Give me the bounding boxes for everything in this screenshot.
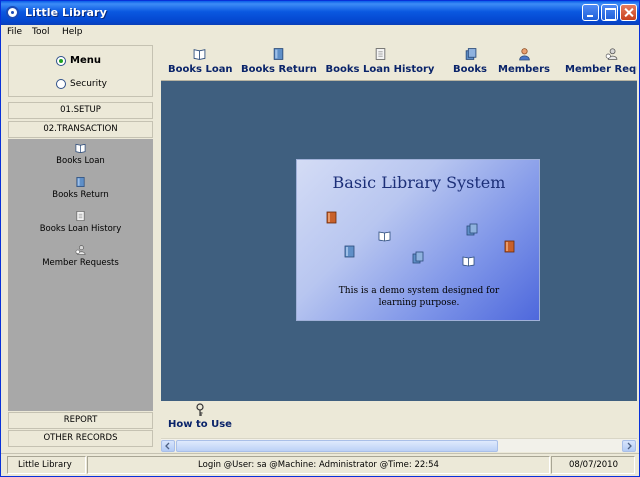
document-icon	[375, 48, 385, 60]
toolbar-label: Books	[453, 64, 487, 75]
how-to-use-button[interactable]: How to Use	[168, 403, 232, 430]
status-app-name: Little Library	[7, 456, 86, 474]
nav-item-label: Books Return	[52, 190, 109, 200]
scroll-right-arrow[interactable]	[622, 440, 636, 452]
closed-book-icon	[273, 48, 283, 60]
workspace-canvas: Basic Library System This is a demo syst…	[161, 81, 637, 401]
toolbar-label: Books Return	[241, 64, 317, 75]
toolbar-member-requests-button[interactable]: Member Requests	[565, 45, 637, 79]
menu-radio[interactable]	[56, 56, 66, 66]
books-stack-icon	[466, 223, 478, 236]
mode-selector: Menu Security	[8, 45, 153, 97]
nav-item-label: Books Loan History	[39, 224, 122, 234]
toolbar-label: Member Requests	[565, 64, 637, 75]
user-request-icon	[605, 48, 618, 60]
status-date: 08/07/2010	[551, 456, 635, 474]
user-request-icon	[75, 245, 86, 255]
toolbar-label: Books Loan History	[325, 64, 435, 75]
nav-item-books-loan[interactable]: Books Loan	[8, 142, 153, 166]
scroll-thumb[interactable]	[176, 440, 498, 452]
toolbar-books-loan-history-button[interactable]: Books Loan History	[325, 45, 435, 79]
minimize-button[interactable]	[582, 4, 599, 21]
maximize-button[interactable]	[601, 4, 618, 21]
toolbar-books-button[interactable]: Books	[451, 45, 489, 79]
close-button[interactable]	[620, 4, 637, 21]
chevron-left-icon	[165, 442, 170, 450]
main-window: Little Library File Tool Help Menu Secur…	[0, 0, 640, 477]
transaction-items: Books Loan Books Return Books Loan Histo…	[8, 139, 153, 411]
nav-item-label: Member Requests	[42, 258, 119, 268]
toolbar: Books Loan Books Return Books Loan Histo…	[161, 43, 637, 81]
horizontal-scrollbar[interactable]	[161, 438, 637, 452]
status-bar: Little Library Login @User: sa @Machine:…	[1, 453, 639, 476]
section-transaction[interactable]: 02.TRANSACTION	[8, 121, 153, 138]
security-radio-label[interactable]: Security	[70, 79, 107, 89]
menu-bar: File Tool Help	[1, 25, 639, 41]
scroll-left-arrow[interactable]	[161, 440, 175, 452]
menu-help[interactable]: Help	[62, 27, 83, 37]
key-icon	[196, 403, 204, 416]
open-book-icon	[193, 49, 205, 60]
section-setup[interactable]: 01.SETUP	[8, 102, 153, 119]
nav-item-books-loan-history[interactable]: Books Loan History	[8, 210, 153, 234]
nav-item-member-requests[interactable]: Member Requests	[8, 244, 153, 268]
app-icon	[6, 6, 19, 19]
how-to-use-label: How to Use	[168, 419, 232, 430]
section-report[interactable]: REPORT	[8, 412, 153, 429]
nav-item-label: Books Loan	[56, 156, 105, 166]
menu-radio-label[interactable]: Menu	[70, 55, 101, 66]
section-other-records[interactable]: OTHER RECORDS	[8, 430, 153, 447]
book-icon	[504, 240, 515, 253]
closed-book-icon	[76, 177, 85, 187]
books-stack-icon	[465, 48, 476, 60]
books-stack-icon	[412, 251, 424, 264]
main-content-area: Books Loan Books Return Books Loan Histo…	[161, 43, 637, 453]
window-title: Little Library	[25, 6, 107, 19]
menu-file[interactable]: File	[7, 27, 22, 37]
splash-description: This is a demo system designed for learn…	[338, 286, 500, 308]
document-icon	[76, 211, 85, 221]
toolbar-books-loan-button[interactable]: Books Loan	[168, 45, 233, 79]
open-book-icon	[462, 256, 475, 267]
splash-title: Basic Library System	[332, 173, 506, 192]
toolbar-label: Members	[498, 64, 550, 75]
left-navigation-panel: Menu Security 01.SETUP 02.TRANSACTION Bo…	[7, 44, 154, 448]
toolbar-books-return-button[interactable]: Books Return	[241, 45, 317, 79]
title-bar[interactable]: Little Library	[1, 1, 639, 25]
status-login-info: Login @User: sa @Machine: Administrator …	[87, 456, 550, 474]
security-radio[interactable]	[56, 79, 66, 89]
toolbar-label: Books Loan	[168, 64, 233, 75]
chevron-right-icon	[627, 442, 632, 450]
book-icon	[344, 245, 355, 258]
nav-item-books-return[interactable]: Books Return	[8, 176, 153, 200]
open-book-icon	[378, 231, 391, 242]
splash-panel: Basic Library System This is a demo syst…	[296, 159, 540, 321]
member-icon	[518, 48, 530, 61]
bottom-toolbar: How to Use	[161, 401, 637, 437]
toolbar-members-button[interactable]: Members	[498, 45, 550, 79]
menu-tool[interactable]: Tool	[32, 27, 49, 37]
open-book-icon	[75, 143, 86, 153]
book-icon	[326, 211, 337, 224]
